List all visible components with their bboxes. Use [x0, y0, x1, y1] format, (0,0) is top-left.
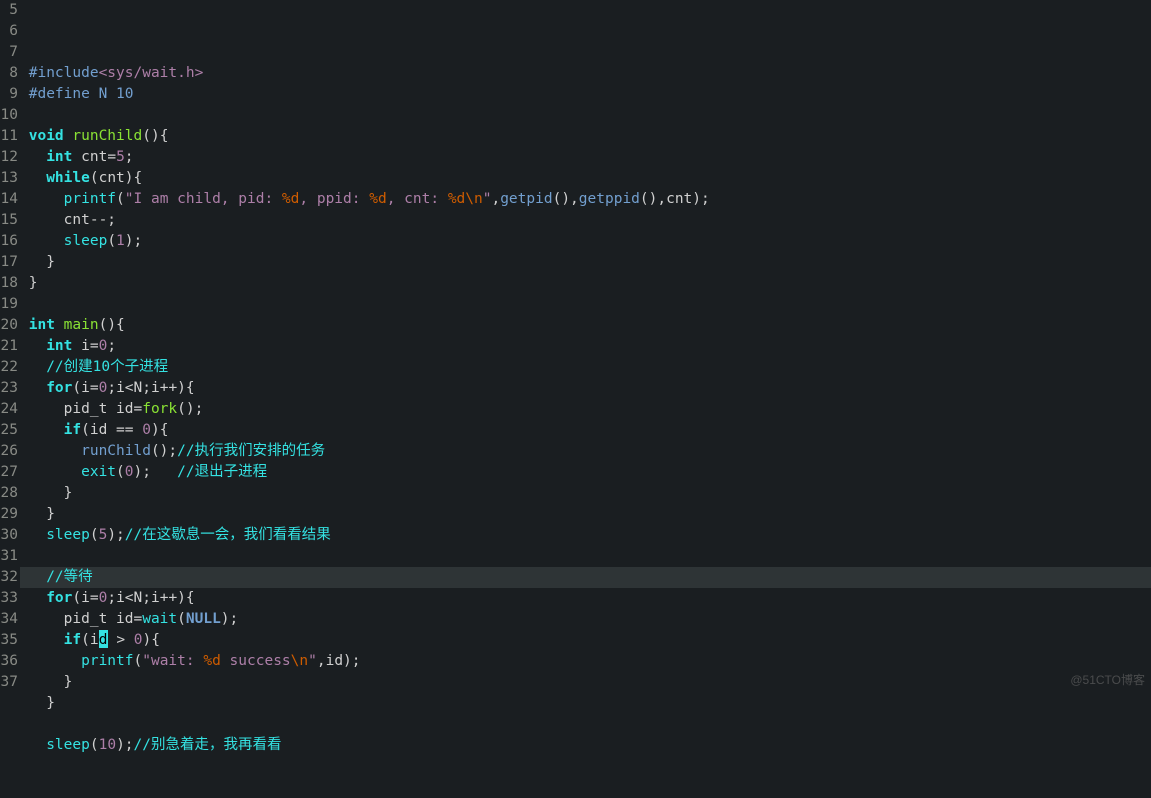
code-line[interactable]: #define N 10	[20, 84, 1151, 105]
code-line[interactable]: }	[20, 252, 1151, 273]
line-number-gutter: 5678910111213141516171819202122232425262…	[0, 0, 20, 697]
line-number: 36	[0, 651, 18, 672]
line-number: 37	[0, 672, 18, 693]
line-number: 9	[0, 84, 18, 105]
line-number: 13	[0, 168, 18, 189]
line-number: 27	[0, 462, 18, 483]
line-number: 19	[0, 294, 18, 315]
line-number: 5	[0, 0, 18, 21]
code-line[interactable]: sleep(10);//别急着走，我再看看	[20, 735, 1151, 756]
code-line[interactable]: printf("I am child, pid: %d, ppid: %d, c…	[20, 189, 1151, 210]
line-number: 14	[0, 189, 18, 210]
code-line[interactable]: cnt--;	[20, 210, 1151, 231]
line-number: 23	[0, 378, 18, 399]
code-line[interactable]: //创建10个子进程	[20, 357, 1151, 378]
line-number: 11	[0, 126, 18, 147]
line-number: 29	[0, 504, 18, 525]
line-number: 18	[0, 273, 18, 294]
line-number: 16	[0, 231, 18, 252]
code-line[interactable]: int i=0;	[20, 336, 1151, 357]
code-line[interactable]: exit(0); //退出子进程	[20, 462, 1151, 483]
code-line[interactable]: void runChild(){	[20, 126, 1151, 147]
code-line[interactable]: }	[20, 504, 1151, 525]
line-number: 8	[0, 63, 18, 84]
code-line[interactable]	[20, 294, 1151, 315]
line-number: 33	[0, 588, 18, 609]
code-line[interactable]: }	[20, 483, 1151, 504]
code-line[interactable]: }	[20, 273, 1151, 294]
code-line[interactable]: pid_t id=wait(NULL);	[20, 609, 1151, 630]
line-number: 20	[0, 315, 18, 336]
line-number: 34	[0, 609, 18, 630]
line-number: 25	[0, 420, 18, 441]
line-number: 24	[0, 399, 18, 420]
code-line[interactable]: printf("wait: %d success\n",id);	[20, 651, 1151, 672]
code-line[interactable]	[20, 546, 1151, 567]
code-lines: #include<sys/wait.h> #define N 10 void r…	[20, 63, 1151, 756]
code-line[interactable]: }	[20, 693, 1151, 714]
line-number: 28	[0, 483, 18, 504]
code-line[interactable]: if(id == 0){	[20, 420, 1151, 441]
line-number: 30	[0, 525, 18, 546]
code-line[interactable]: for(i=0;i<N;i++){	[20, 588, 1151, 609]
code-line[interactable]: sleep(5);//在这歇息一会，我们看看结果	[20, 525, 1151, 546]
code-line[interactable]: }	[20, 672, 1151, 693]
line-number: 7	[0, 42, 18, 63]
code-line[interactable]: sleep(1);	[20, 231, 1151, 252]
text-cursor: d	[99, 630, 108, 648]
line-number: 31	[0, 546, 18, 567]
code-editor[interactable]: 5678910111213141516171819202122232425262…	[0, 0, 1151, 697]
line-number: 12	[0, 147, 18, 168]
code-area[interactable]: #include<sys/wait.h> #define N 10 void r…	[20, 0, 1151, 697]
line-number: 15	[0, 210, 18, 231]
line-number: 32	[0, 567, 18, 588]
code-line[interactable]: pid_t id=fork();	[20, 399, 1151, 420]
line-number: 6	[0, 21, 18, 42]
code-line[interactable]: //等待	[20, 567, 1151, 588]
code-line[interactable]: for(i=0;i<N;i++){	[20, 378, 1151, 399]
code-line[interactable]: int cnt=5;	[20, 147, 1151, 168]
line-number: 35	[0, 630, 18, 651]
code-line[interactable]	[20, 714, 1151, 735]
line-number: 21	[0, 336, 18, 357]
code-line[interactable]	[20, 105, 1151, 126]
code-line[interactable]: int main(){	[20, 315, 1151, 336]
line-number: 17	[0, 252, 18, 273]
line-number: 10	[0, 105, 18, 126]
line-number: 26	[0, 441, 18, 462]
code-line[interactable]: #include<sys/wait.h>	[20, 63, 1151, 84]
line-number: 22	[0, 357, 18, 378]
code-line[interactable]: while(cnt){	[20, 168, 1151, 189]
code-line[interactable]: runChild();//执行我们安排的任务	[20, 441, 1151, 462]
code-line[interactable]: if(id > 0){	[20, 630, 1151, 651]
